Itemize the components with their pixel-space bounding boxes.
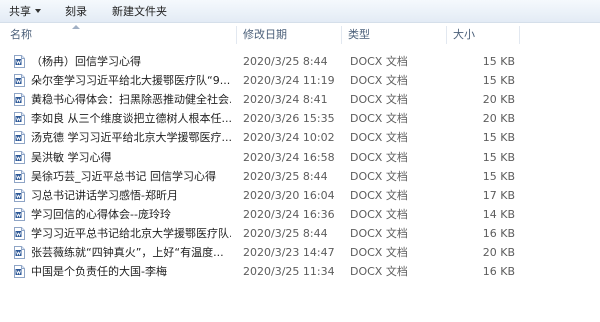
file-type: DOCX 文档	[350, 207, 408, 221]
file-row[interactable]: 习总书记讲话学习感悟-郑昕月 2020/3/20 16:04 DOCX 文档 1…	[0, 186, 600, 205]
file-type: DOCX 文档	[350, 74, 408, 88]
share-button-label: 共享	[9, 5, 31, 18]
word-document-icon	[14, 112, 25, 126]
word-document-icon	[14, 74, 25, 88]
file-size: 20 KB	[482, 246, 515, 259]
file-size: 15 KB	[482, 55, 515, 68]
file-row[interactable]: 李如良 从三个维度谈把立德树人根本任... 2020/3/26 15:35 DO…	[0, 109, 600, 128]
file-name: （杨冉）回信学习心得	[31, 55, 141, 68]
file-name: 学习习近平总书记给北京大学援鄂医疗队...	[31, 226, 231, 240]
file-name: 黄稳书心得体会：扫黑除恶推动健全社会...	[31, 93, 231, 107]
file-modified-date: 2020/3/25 8:44	[243, 226, 328, 240]
column-divider[interactable]	[519, 26, 520, 44]
file-type: DOCX 文档	[350, 188, 408, 202]
word-document-icon	[14, 131, 25, 145]
file-size: 15 KB	[482, 150, 515, 164]
new-folder-button-label: 新建文件夹	[112, 5, 167, 18]
file-type: DOCX 文档	[350, 226, 408, 240]
file-name: 吴徐巧芸_习近平总书记 回信学习心得	[31, 169, 216, 183]
file-type: DOCX 文档	[350, 150, 408, 164]
file-modified-date: 2020/3/24 10:02	[243, 131, 335, 145]
file-modified-date: 2020/3/24 16:58	[243, 150, 335, 164]
file-row[interactable]: 黄稳书心得体会：扫黑除恶推动健全社会... 2020/3/24 8:41 DOC…	[0, 90, 600, 109]
file-type: DOCX 文档	[350, 265, 408, 279]
file-row[interactable]: 汤克德 学习习近平给北京大学援鄂医疗... 2020/3/24 10:02 DO…	[0, 128, 600, 147]
column-header-row: 名称 修改日期 类型 大小	[0, 23, 600, 47]
file-type: DOCX 文档	[350, 131, 408, 145]
file-size: 15 KB	[482, 131, 515, 145]
file-name: 学习回信的心得体会--庞玲玲	[31, 207, 171, 221]
file-name: 中国是个负责任的大国-李梅	[31, 265, 167, 279]
file-size: 16 KB	[482, 265, 515, 279]
file-row[interactable]: 张芸薇练就“四钟真火”，上好“有温度... 2020/3/23 14:47 DO…	[0, 243, 600, 262]
file-size: 15 KB	[482, 169, 515, 183]
file-type: DOCX 文档	[350, 246, 408, 259]
burn-button-label: 刻录	[65, 5, 87, 18]
file-modified-date: 2020/3/25 8:44	[243, 169, 328, 183]
word-document-icon	[14, 55, 25, 68]
file-size: 17 KB	[482, 188, 515, 202]
file-size: 20 KB	[482, 93, 515, 107]
column-header-date[interactable]: 修改日期	[237, 23, 341, 47]
file-row[interactable]: 学习习近平总书记给北京大学援鄂医疗队... 2020/3/25 8:44 DOC…	[0, 224, 600, 243]
file-modified-date: 2020/3/25 11:34	[243, 265, 335, 279]
word-document-icon	[14, 188, 25, 202]
chevron-down-icon	[35, 9, 41, 13]
file-row[interactable]: （杨冉）回信学习心得 2020/3/25 8:44 DOCX 文档 15 KB	[0, 52, 600, 71]
word-document-icon	[14, 150, 25, 164]
file-type: DOCX 文档	[350, 93, 408, 107]
share-menu-button[interactable]: 共享	[9, 4, 41, 20]
file-row[interactable]: 学习回信的心得体会--庞玲玲 2020/3/24 16:36 DOCX 文档 1…	[0, 205, 600, 224]
word-document-icon	[14, 265, 25, 279]
file-size: 15 KB	[482, 74, 515, 88]
word-document-icon	[14, 226, 25, 240]
file-modified-date: 2020/3/23 14:47	[243, 246, 335, 259]
file-modified-date: 2020/3/26 15:35	[243, 112, 335, 126]
file-size: 16 KB	[482, 226, 515, 240]
word-document-icon	[14, 93, 25, 107]
file-modified-date: 2020/3/24 11:19	[243, 74, 335, 88]
file-row[interactable]: 吴徐巧芸_习近平总书记 回信学习心得 2020/3/25 8:44 DOCX 文…	[0, 167, 600, 186]
file-size: 20 KB	[482, 112, 515, 126]
file-name: 吴洪敏 学习心得	[31, 150, 112, 164]
file-modified-date: 2020/3/25 8:44	[243, 55, 328, 68]
column-header-type[interactable]: 类型	[342, 23, 446, 47]
burn-button[interactable]: 刻录	[65, 4, 87, 20]
file-row[interactable]: 朵尔奎学习习近平给北大援鄂医疗队“9... 2020/3/24 11:19 DO…	[0, 71, 600, 90]
word-document-icon	[14, 169, 25, 183]
column-header-size[interactable]: 大小	[447, 23, 519, 47]
file-type: DOCX 文档	[350, 55, 408, 68]
file-type: DOCX 文档	[350, 169, 408, 183]
file-name: 汤克德 学习习近平给北京大学援鄂医疗...	[31, 131, 231, 145]
file-size: 14 KB	[482, 207, 515, 221]
file-type: DOCX 文档	[350, 112, 408, 126]
file-modified-date: 2020/3/24 16:36	[243, 207, 335, 221]
file-row[interactable]: 吴洪敏 学习心得 2020/3/24 16:58 DOCX 文档 15 KB	[0, 148, 600, 167]
file-name: 张芸薇练就“四钟真火”，上好“有温度...	[31, 246, 224, 259]
command-bar: 共享 刻录 新建文件夹	[0, 0, 600, 23]
file-name: 朵尔奎学习习近平给北大援鄂医疗队“9...	[31, 74, 231, 88]
word-document-icon	[14, 207, 25, 221]
file-row[interactable]: 中国是个负责任的大国-李梅 2020/3/25 11:34 DOCX 文档 16…	[0, 262, 600, 281]
column-header-name[interactable]: 名称	[4, 23, 236, 47]
new-folder-button[interactable]: 新建文件夹	[112, 4, 167, 20]
file-name: 习总书记讲话学习感悟-郑昕月	[31, 188, 178, 202]
file-modified-date: 2020/3/20 16:04	[243, 188, 335, 202]
file-name: 李如良 从三个维度谈把立德树人根本任...	[31, 112, 231, 126]
word-document-icon	[14, 246, 25, 259]
file-modified-date: 2020/3/24 8:41	[243, 93, 328, 107]
